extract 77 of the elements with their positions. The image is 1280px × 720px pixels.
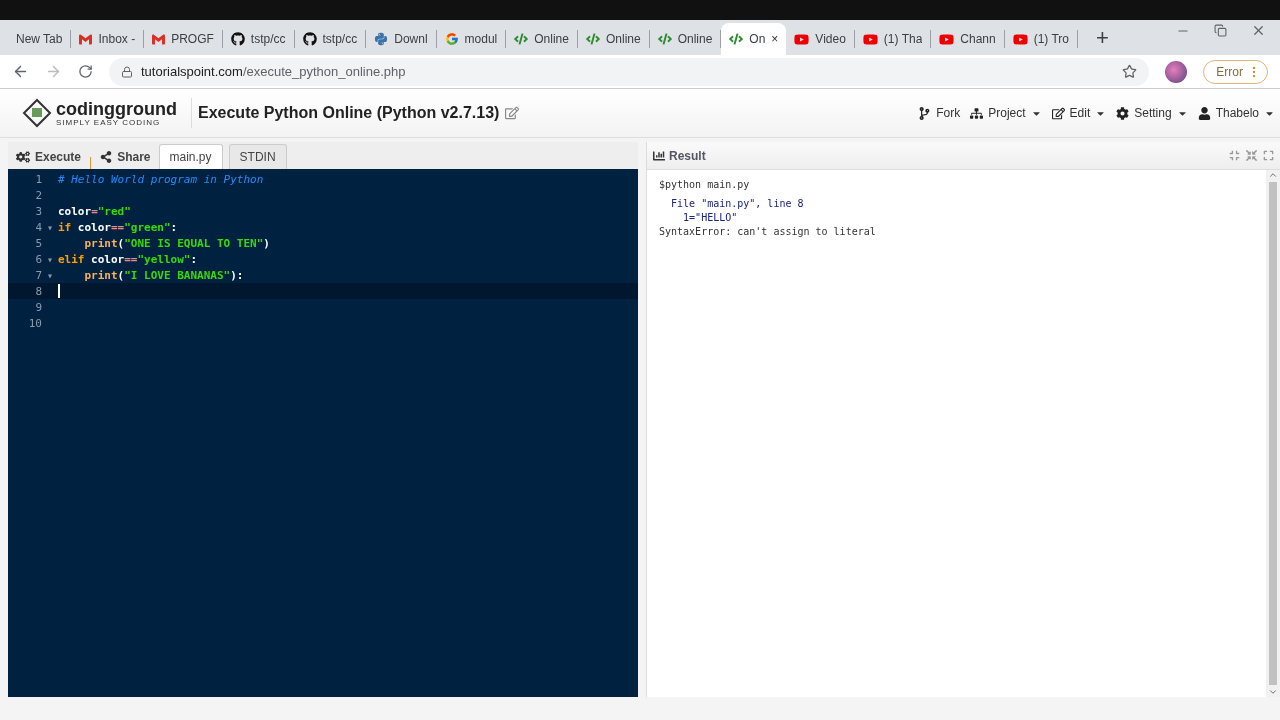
text-cursor	[58, 284, 60, 298]
menu-item[interactable]: Setting	[1116, 106, 1188, 120]
line-number: 6	[34, 252, 42, 266]
collapse-icon[interactable]	[1246, 150, 1257, 161]
code-line: if color=="green":	[58, 220, 178, 234]
google-icon	[444, 32, 459, 46]
share-button[interactable]: Share	[98, 145, 153, 169]
toolbar-separator: |	[89, 155, 93, 169]
fold-marker[interactable]: ▾	[47, 269, 53, 281]
share-icon	[100, 151, 113, 163]
code-editor[interactable]: 1 # Hello World program in Python 2 3 color="red" 4 ▾ if color=="green": 5 print("ONE IS EQUAL TO TEN") 6 ▾ elif color=="yellow": 7 ▾ print("I LOVE BANANAS"): 8 9 10	[8, 169, 638, 697]
result-title: Result	[669, 148, 706, 163]
code-line: color="red"	[58, 204, 131, 218]
avatar[interactable]	[1165, 60, 1188, 83]
logo-icon	[22, 98, 52, 128]
line-number: 10	[27, 316, 42, 330]
edit-icon[interactable]	[505, 106, 520, 120]
menu-item[interactable]: Thabelo	[1197, 106, 1275, 120]
code-line: # Hello World program in Python	[58, 172, 264, 186]
browser-tab[interactable]: On ×	[721, 23, 787, 55]
code-line: elif color=="yellow":	[58, 252, 198, 266]
mail-icon	[152, 32, 166, 46]
settings-icon	[1116, 106, 1130, 120]
line-number: 9	[34, 300, 42, 314]
menu-item[interactable]: Fork	[918, 106, 961, 120]
execute-button[interactable]: Execute	[14, 145, 84, 169]
mail-icon	[79, 32, 93, 46]
new-tab-button[interactable]: +	[1096, 25, 1109, 51]
close-icon[interactable]	[1251, 23, 1266, 38]
branch-icon	[918, 106, 932, 120]
output-line: SyntaxError: can't assign to literal	[659, 225, 877, 239]
gears-icon	[16, 150, 30, 164]
code-line: print("I LOVE BANANAS"):	[83, 268, 244, 282]
reload-icon[interactable]	[78, 64, 93, 79]
scrollbar[interactable]	[1266, 170, 1280, 697]
scroll-down-icon[interactable]	[1268, 687, 1278, 697]
url-field[interactable]: tutorialspoint.com/execute_python_online.php	[109, 57, 1150, 86]
output-line: File "main.py", line 8	[670, 197, 805, 211]
scroll-up-icon[interactable]	[1268, 170, 1278, 180]
file-tab[interactable]: main.py	[158, 144, 223, 169]
close-icon[interactable]: ×	[771, 32, 779, 46]
menu-item[interactable]: Project	[970, 106, 1042, 120]
code-icon	[729, 32, 744, 46]
user-icon	[1197, 106, 1211, 120]
fullscreen-icon[interactable]	[1263, 150, 1274, 161]
line-number: 1	[34, 172, 42, 186]
logo-text: codingground	[56, 99, 177, 118]
fold-marker[interactable]: ▾	[47, 253, 53, 265]
output-line: 1="HELLO"	[682, 211, 739, 225]
line-number: 8	[34, 284, 42, 298]
line-number: 5	[34, 236, 42, 250]
star-icon[interactable]	[1122, 64, 1138, 79]
line-number: 7	[34, 268, 42, 282]
restore-icon[interactable]	[1214, 24, 1227, 37]
menu-item[interactable]: Edit	[1051, 106, 1107, 120]
line-number: 3	[34, 204, 42, 218]
code-line: print("ONE IS EQUAL TO TEN")	[83, 236, 270, 250]
line-number: 2	[34, 188, 42, 202]
back-icon[interactable]	[12, 63, 29, 80]
code-icon	[514, 32, 529, 46]
url-text: tutorialspoint.com/execute_python_online.php	[141, 64, 406, 79]
code-icon	[657, 32, 672, 46]
lock-icon	[121, 65, 133, 78]
forward-icon[interactable]	[45, 63, 62, 80]
output-line: $python main.py	[659, 178, 751, 192]
file-tab[interactable]: STDIN	[228, 144, 287, 169]
cat-icon	[302, 32, 317, 46]
code-icon	[585, 32, 600, 46]
chart-icon	[653, 149, 665, 162]
page-title: Execute Python Online (Python v2.7.13)	[198, 104, 500, 122]
python-icon	[374, 32, 389, 46]
edit-icon	[1051, 106, 1065, 120]
cat-icon	[230, 32, 245, 46]
fold-marker[interactable]: ▾	[47, 221, 53, 233]
compress-icon[interactable]	[1229, 150, 1240, 161]
sitemap-icon	[970, 106, 984, 120]
line-number: 4	[34, 220, 42, 234]
